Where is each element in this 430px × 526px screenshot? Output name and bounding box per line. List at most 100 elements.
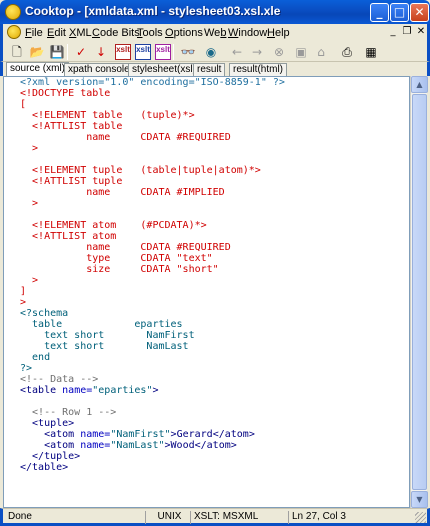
source-code[interactable]: <?xml version="1.0" encoding="ISO-8859-1… <box>20 77 285 473</box>
code-token: <!-- Data --> <box>20 374 99 385</box>
minimize-button[interactable]: _ <box>370 3 389 22</box>
code-line[interactable]: type CDATA "text" <box>20 253 285 264</box>
toolbar-separator <box>67 44 68 60</box>
open-folder-icon[interactable]: 📂 <box>29 44 45 60</box>
menu-code-bits[interactable]: Code Bits <box>92 27 140 39</box>
tab-source-xml[interactable]: source (xml) <box>6 62 70 76</box>
close-button[interactable]: ✕ <box>410 3 429 22</box>
code-token: size CDATA "short" <box>20 264 219 275</box>
xslt-html-icon[interactable]: xslt <box>155 44 171 60</box>
code-line[interactable]: <!-- Row 1 --> <box>20 407 285 418</box>
menu-tools[interactable]: Tools <box>137 27 163 39</box>
code-line[interactable]: <tuple> <box>20 418 285 429</box>
cooktop-app-icon[interactable] <box>5 4 21 20</box>
code-line[interactable]: text short NamFirst <box>20 330 285 341</box>
mdi-close-button[interactable]: ✕ <box>414 26 428 39</box>
code-line[interactable]: <!-- Data --> <box>20 374 285 385</box>
code-line[interactable]: end <box>20 352 285 363</box>
code-token: type CDATA "text" <box>20 253 213 264</box>
code-line[interactable]: [ <box>20 99 285 110</box>
code-line[interactable]: text short NamLast <box>20 341 285 352</box>
menu-help[interactable]: Help <box>267 27 290 39</box>
code-line[interactable]: </table> <box>20 462 285 473</box>
code-token: > <box>20 198 39 209</box>
vertical-scrollbar[interactable]: ▲ ▼ <box>410 76 428 508</box>
xslt-source-icon[interactable]: xslt <box>135 44 151 60</box>
scroll-thumb[interactable] <box>412 94 427 490</box>
back-arrow-icon[interactable]: ← <box>229 44 245 60</box>
menu-options[interactable]: Options <box>165 27 203 39</box>
code-line[interactable]: > <box>20 198 285 209</box>
code-line[interactable]: <?schema <box>20 308 285 319</box>
code-token: <atom <box>20 440 81 451</box>
menu-bar: File Edit XML Code Bits Tools Options We… <box>0 24 430 42</box>
tab-stylesheet-xsl[interactable]: stylesheet(xsl) <box>128 63 200 76</box>
find-binoculars-icon[interactable]: 👓 <box>180 44 196 60</box>
code-line[interactable]: ] <box>20 286 285 297</box>
code-line[interactable]: <!ELEMENT table (tuple)*> <box>20 110 285 121</box>
code-token: <!ELEMENT atom (#PCDATA)*> <box>20 220 207 231</box>
toolbar-separator <box>173 44 174 60</box>
code-line[interactable]: <!ATTLIST tuple <box>20 176 285 187</box>
validate-check-icon[interactable]: ✓ <box>73 44 89 60</box>
print-icon[interactable]: ⎙ <box>339 44 355 60</box>
sort-icon[interactable]: ↓ <box>93 44 109 60</box>
scroll-down-button[interactable]: ▼ <box>411 491 428 508</box>
title-bar: Cooktop - [xmldata.xml - stylesheet03.xs… <box>0 0 430 24</box>
code-token: [ <box>20 99 27 110</box>
toolbar: 🗋 📂 💾 ✓ ↓ xslt xslt xslt 👓 ◉ ← → ⊗ ▣ ⌂ ⎙… <box>0 42 430 62</box>
code-token: name CDATA #REQUIRED <box>20 132 231 143</box>
code-line[interactable]: <!ATTLIST table <box>20 121 285 132</box>
code-line[interactable]: size CDATA "short" <box>20 264 285 275</box>
code-line[interactable]: <!DOCTYPE table <box>20 88 285 99</box>
code-line[interactable]: name CDATA #REQUIRED <box>20 242 285 253</box>
save-icon[interactable]: 💾 <box>49 44 65 60</box>
xslt-transform-icon[interactable]: xslt <box>115 44 131 60</box>
code-line[interactable] <box>20 209 285 220</box>
code-line[interactable]: > <box>20 275 285 286</box>
code-line[interactable]: ?> <box>20 363 285 374</box>
code-line[interactable]: <table name="eparties"> <box>20 385 285 396</box>
refresh-icon[interactable]: ▣ <box>293 44 309 60</box>
code-token: "NamFirst" <box>110 429 171 440</box>
menu-window[interactable]: Window <box>228 27 267 39</box>
forward-arrow-icon[interactable]: → <box>249 44 265 60</box>
scroll-up-button[interactable]: ▲ <box>411 76 428 93</box>
tab-xpath-console[interactable]: xpath console <box>64 63 134 76</box>
tab-result-html[interactable]: result(html) <box>229 63 288 76</box>
maximize-button[interactable]: □ <box>390 3 409 22</box>
browser-icon[interactable]: ◉ <box>203 44 219 60</box>
code-token: "NamLast" <box>110 440 165 451</box>
code-line[interactable]: <atom name="NamFirst">Gerard</atom> <box>20 429 285 440</box>
mdi-restore-button[interactable]: ❐ <box>400 26 414 39</box>
code-line[interactable]: > <box>20 297 285 308</box>
menu-edit[interactable]: Edit <box>47 27 66 39</box>
code-editor[interactable]: <?xml version="1.0" encoding="ISO-8859-1… <box>3 76 410 508</box>
code-line[interactable]: name CDATA #REQUIRED <box>20 132 285 143</box>
home-icon[interactable]: ⌂ <box>313 44 329 60</box>
code-line[interactable]: <!ELEMENT tuple (table|tuple|atom)*> <box>20 165 285 176</box>
menu-xml[interactable]: XML <box>69 27 92 39</box>
resize-grip[interactable] <box>415 512 426 523</box>
code-line[interactable]: <atom name="NamLast">Wood</atom> <box>20 440 285 451</box>
new-file-icon[interactable]: 🗋 <box>9 44 25 60</box>
menu-web[interactable]: Web <box>204 27 226 39</box>
mdi-minimize-button[interactable]: _ <box>386 26 400 39</box>
code-token: >Wood</atom> <box>164 440 237 451</box>
code-line[interactable]: table eparties <box>20 319 285 330</box>
code-token: ?> <box>20 363 33 374</box>
tab-result[interactable]: result <box>193 63 226 76</box>
stop-icon[interactable]: ⊗ <box>271 44 287 60</box>
code-line[interactable]: <!ATTLIST atom <box>20 231 285 242</box>
code-line[interactable]: > <box>20 143 285 154</box>
code-line[interactable] <box>20 154 285 165</box>
code-line[interactable]: </tuple> <box>20 451 285 462</box>
menu-file[interactable]: File <box>25 27 43 39</box>
code-line[interactable] <box>20 396 285 407</box>
document-icon[interactable] <box>7 25 21 39</box>
code-line[interactable]: <!ELEMENT atom (#PCDATA)*> <box>20 220 285 231</box>
code-line[interactable]: name CDATA #IMPLIED <box>20 187 285 198</box>
code-line[interactable]: <?xml version="1.0" encoding="ISO-8859-1… <box>20 77 285 88</box>
settings-icon[interactable]: ▦ <box>363 44 379 60</box>
code-token: <!DOCTYPE table <box>20 88 111 99</box>
